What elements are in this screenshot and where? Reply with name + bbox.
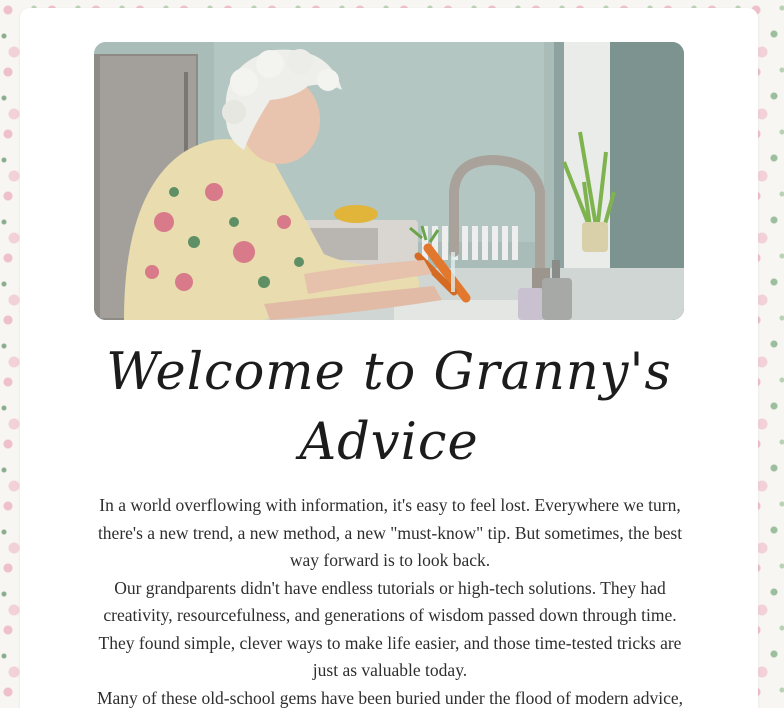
intro-paragraph-3: Many of these old-school gems have been … bbox=[96, 687, 684, 708]
intro-paragraph-2: Our grandparents didn't have endless tut… bbox=[98, 577, 682, 681]
content-card: Welcome to Granny's Advice In a world ov… bbox=[20, 8, 758, 708]
intro-paragraph-1: In a world overflowing with information,… bbox=[97, 495, 683, 570]
hero-image bbox=[94, 42, 684, 320]
page-title: Welcome to Granny's Advice bbox=[106, 343, 672, 472]
hero-photo-illustration bbox=[94, 42, 684, 320]
intro-text: In a world overflowing with information,… bbox=[92, 492, 688, 708]
